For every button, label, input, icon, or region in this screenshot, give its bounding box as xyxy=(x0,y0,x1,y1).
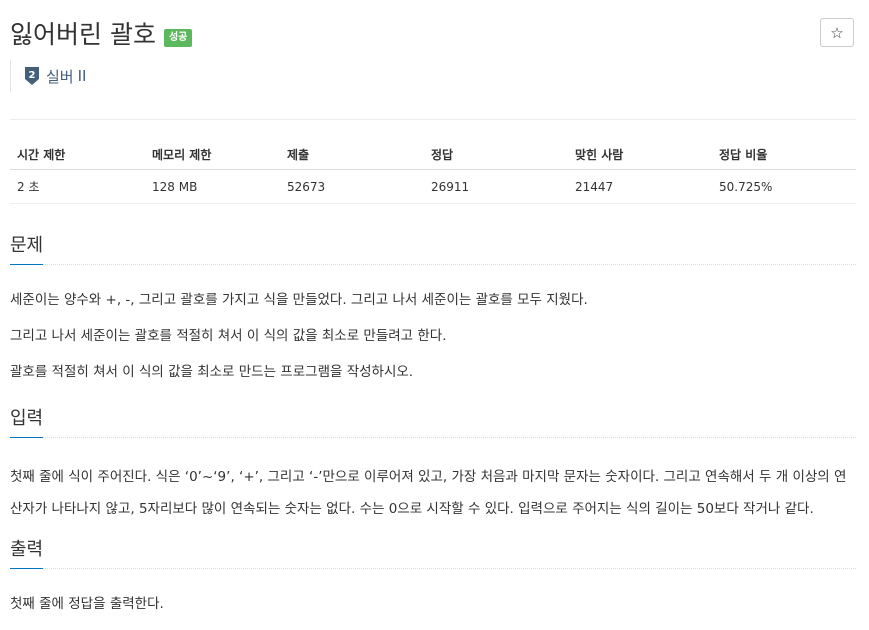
description-body: 세준이는 양수와 +, -, 그리고 괄호를 가지고 식을 만들었다. 그리고 … xyxy=(10,265,856,386)
tier-level: II xyxy=(77,67,87,85)
input-body: 첫째 줄에 식이 주어진다. 식은 ‘0’~‘9’, ‘+’, 그리고 ‘-’만… xyxy=(10,438,856,525)
output-body: 첫째 줄에 정답을 출력한다. xyxy=(10,569,856,618)
star-icon: ☆ xyxy=(830,23,844,42)
description-paragraph: 세준이는 양수와 +, -, 그리고 괄호를 가지고 식을 만들었다. 그리고 … xyxy=(10,292,588,308)
problem-title: 잃어버린 괄호 xyxy=(10,20,156,49)
time-limit-value: 2 초 xyxy=(10,169,145,204)
problem-tier[interactable]: 2 실버 II xyxy=(10,60,86,92)
header-solved-users: 맞힌 사람 xyxy=(568,140,712,170)
submissions-value: 52673 xyxy=(280,169,424,204)
solved-users-value: 21447 xyxy=(568,169,712,204)
section-title-description: 문제 xyxy=(10,234,44,265)
section-header: 출력 xyxy=(10,538,856,569)
section-title-output: 출력 xyxy=(10,538,44,569)
silver-tier-icon: 2 xyxy=(24,66,40,86)
table-row: 2 초 128 MB 52673 26911 21447 50.725% xyxy=(10,169,856,204)
accuracy-value: 50.725% xyxy=(712,169,856,204)
title-row: 잃어버린 괄호 성공 xyxy=(10,18,193,52)
accepted-value: 26911 xyxy=(424,169,568,204)
memory-limit-value: 128 MB xyxy=(145,169,280,204)
problem-page: 잃어버린 괄호 성공 ☆ 2 실버 II 시간 제한 메모리 제한 제출 정답 … xyxy=(0,0,869,630)
tier-name: 실버 xyxy=(46,67,74,86)
table-header-row: 시간 제한 메모리 제한 제출 정답 맞힌 사람 정답 비율 xyxy=(10,140,856,170)
problem-info-table: 시간 제한 메모리 제한 제출 정답 맞힌 사람 정답 비율 2 초 128 M… xyxy=(10,140,856,204)
divider xyxy=(10,119,856,120)
section-header: 문제 xyxy=(10,234,856,265)
tier-icon-number: 2 xyxy=(29,70,36,81)
header-accuracy: 정답 비율 xyxy=(712,140,856,170)
header-accepted: 정답 xyxy=(424,140,568,170)
description-section: 문제 세준이는 양수와 +, -, 그리고 괄호를 가지고 식을 만들었다. 그… xyxy=(10,234,856,386)
input-paragraph: 첫째 줄에 식이 주어진다. 식은 ‘0’~‘9’, ‘+’, 그리고 ‘-’만… xyxy=(10,469,847,517)
description-paragraph: 괄호를 적절히 쳐서 이 식의 값을 최소로 만드는 프로그램을 작성하시오. xyxy=(10,364,414,380)
result-badge: 성공 xyxy=(163,29,193,47)
header-memory-limit: 메모리 제한 xyxy=(145,140,280,170)
header-time-limit: 시간 제한 xyxy=(10,140,145,170)
section-header: 입력 xyxy=(10,407,856,438)
header-submissions: 제출 xyxy=(280,140,424,170)
description-paragraph: 그리고 나서 세준이는 괄호를 적절히 쳐서 이 식의 값을 최소로 만들려고 … xyxy=(10,328,447,344)
section-title-input: 입력 xyxy=(10,407,44,438)
output-paragraph: 첫째 줄에 정답을 출력한다. xyxy=(10,596,164,612)
favorite-button[interactable]: ☆ xyxy=(820,18,854,47)
output-section: 출력 첫째 줄에 정답을 출력한다. xyxy=(10,538,856,618)
input-section: 입력 첫째 줄에 식이 주어진다. 식은 ‘0’~‘9’, ‘+’, 그리고 ‘… xyxy=(10,407,856,525)
